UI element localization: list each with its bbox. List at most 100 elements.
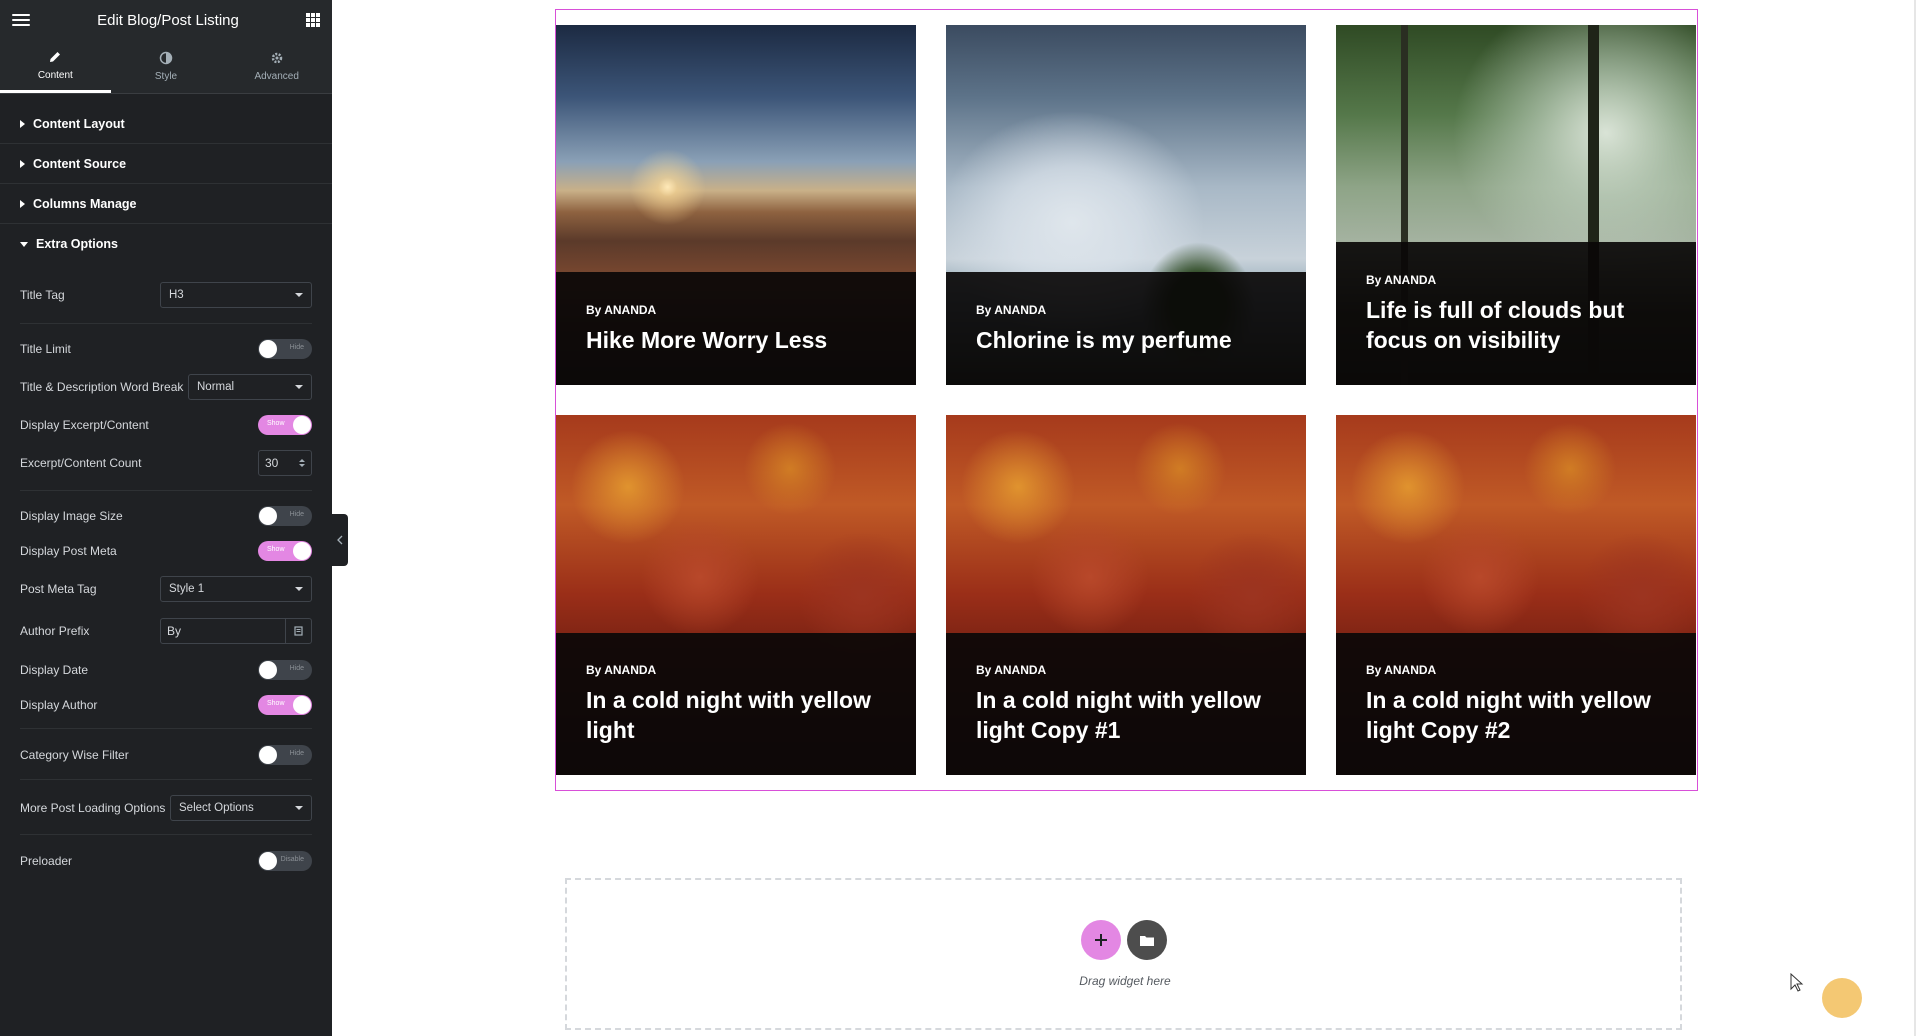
chevron-down-icon [295,385,303,389]
panel-collapse-button[interactable] [332,514,348,566]
post-card[interactable]: By ANANDA In a cold night with yellow li… [946,415,1306,775]
display-author-toggle[interactable]: Show [258,695,312,715]
post-title[interactable]: In a cold night with yellow light Copy #… [1366,685,1666,745]
display-date-toggle[interactable]: Hide [258,660,312,680]
dynamic-tags-icon[interactable] [285,619,311,643]
title-tag-value: H3 [169,289,184,301]
post-overlay: By ANANDA In a cold night with yellow li… [556,633,916,775]
tab-advanced-label: Advanced [254,71,299,82]
post-title[interactable]: Hike More Worry Less [586,325,886,355]
contrast-icon [159,51,173,65]
section-columns-manage[interactable]: Columns Manage [0,184,332,224]
panel-sections: Content Layout Content Source Columns Ma… [0,94,332,264]
post-card[interactable]: By ANANDA Life is full of clouds but foc… [1336,25,1696,385]
title-tag-select[interactable]: H3 [160,282,312,308]
section-content-layout[interactable]: Content Layout [0,104,332,144]
control-more-post-loading: More Post Loading Options Select Options [20,795,312,821]
tab-content[interactable]: Content [0,40,111,93]
divider [20,490,312,491]
word-break-label: Title & Description Word Break [20,380,184,394]
section-label: Extra Options [36,237,118,251]
post-overlay: By ANANDA In a cold night with yellow li… [1336,633,1696,775]
title-limit-toggle[interactable]: Hide [258,339,312,359]
word-break-select[interactable]: Normal [188,374,312,400]
help-bubble[interactable] [1822,978,1862,1018]
caret-right-icon [20,199,25,208]
divider [20,323,312,324]
more-post-loading-value: Select Options [179,802,254,814]
control-excerpt-count: Excerpt/Content Count 30 [20,450,312,476]
control-display-image-size: Display Image Size Hide [20,506,312,526]
post-meta: By ANANDA [1366,663,1437,677]
post-card[interactable]: By ANANDA Hike More Worry Less [556,25,916,385]
post-overlay: By ANANDA Hike More Worry Less [556,272,916,385]
more-post-loading-select[interactable]: Select Options [170,795,312,821]
section-extra-options[interactable]: Extra Options [0,224,332,264]
author-prefix-input[interactable]: By [160,618,312,644]
scrollbar[interactable] [1914,0,1916,1036]
post-meta: By ANANDA [976,303,1047,317]
post-card[interactable]: By ANANDA In a cold night with yellow li… [556,415,916,775]
chevron-down-icon [295,293,303,297]
post-overlay: By ANANDA Chlorine is my perfume [946,272,1306,385]
post-meta-tag-select[interactable]: Style 1 [160,576,312,602]
more-post-loading-label: More Post Loading Options [20,801,166,815]
caret-right-icon [20,159,25,168]
divider [20,728,312,729]
control-post-meta-tag: Post Meta Tag Style 1 [20,576,312,602]
display-author-label: Display Author [20,698,98,712]
category-filter-toggle[interactable]: Hide [258,745,312,765]
chevron-down-icon [295,806,303,810]
tab-style[interactable]: Style [111,40,222,93]
menu-icon[interactable] [12,14,30,26]
chevron-left-icon [337,535,343,545]
toggle-state: Hide [289,344,304,351]
post-meta: By ANANDA [1366,273,1437,287]
toggle-state: Hide [289,665,304,672]
category-filter-label: Category Wise Filter [20,748,129,762]
post-card[interactable]: By ANANDA Chlorine is my perfume [946,25,1306,385]
post-title[interactable]: Chlorine is my perfume [976,325,1276,355]
caret-down-icon [20,241,28,247]
toggle-state: Show [267,420,285,427]
widgets-grid-icon[interactable] [306,13,320,27]
control-display-excerpt: Display Excerpt/Content Show [20,415,312,435]
title-tag-label: Title Tag [20,288,65,302]
tab-advanced[interactable]: Advanced [221,40,332,93]
word-break-value: Normal [197,381,235,393]
section-label: Content Source [33,156,127,171]
display-post-meta-label: Display Post Meta [20,544,117,558]
display-image-size-toggle[interactable]: Hide [258,506,312,526]
stepper-icon[interactable] [299,459,305,467]
gear-icon [271,52,282,64]
post-title[interactable]: In a cold night with yellow light Copy #… [976,685,1276,745]
post-overlay: By ANANDA In a cold night with yellow li… [946,633,1306,775]
panel-tabs: Content Style Advanced [0,40,332,94]
post-meta: By ANANDA [976,663,1047,677]
section-label: Columns Manage [33,196,137,211]
control-display-post-meta: Display Post Meta Show [20,541,312,561]
add-section-button[interactable] [1081,920,1121,960]
section-content-source[interactable]: Content Source [0,144,332,184]
control-display-date: Display Date Hide [20,660,312,680]
add-template-button[interactable] [1127,920,1167,960]
control-display-author: Display Author Show [20,695,312,715]
post-card[interactable]: By ANANDA In a cold night with yellow li… [1336,415,1696,775]
control-word-break: Title & Description Word Break Normal [20,374,312,400]
author-prefix-label: Author Prefix [20,624,90,638]
post-title[interactable]: Life is full of clouds but focus on visi… [1366,295,1666,355]
toggle-state: Show [267,546,285,553]
display-post-meta-toggle[interactable]: Show [258,541,312,561]
post-meta-tag-label: Post Meta Tag [20,582,97,596]
excerpt-count-value: 30 [265,456,279,470]
display-excerpt-toggle[interactable]: Show [258,415,312,435]
control-author-prefix: Author Prefix By [20,618,312,644]
preloader-toggle[interactable]: Disable [258,851,312,871]
excerpt-count-input[interactable]: 30 [258,450,312,476]
post-title[interactable]: In a cold night with yellow light [586,685,886,745]
preloader-label: Preloader [20,854,73,868]
toggle-state: Show [267,700,285,707]
title-limit-label: Title Limit [20,342,71,356]
post-meta: By ANANDA [586,303,657,317]
tab-style-label: Style [154,71,178,82]
